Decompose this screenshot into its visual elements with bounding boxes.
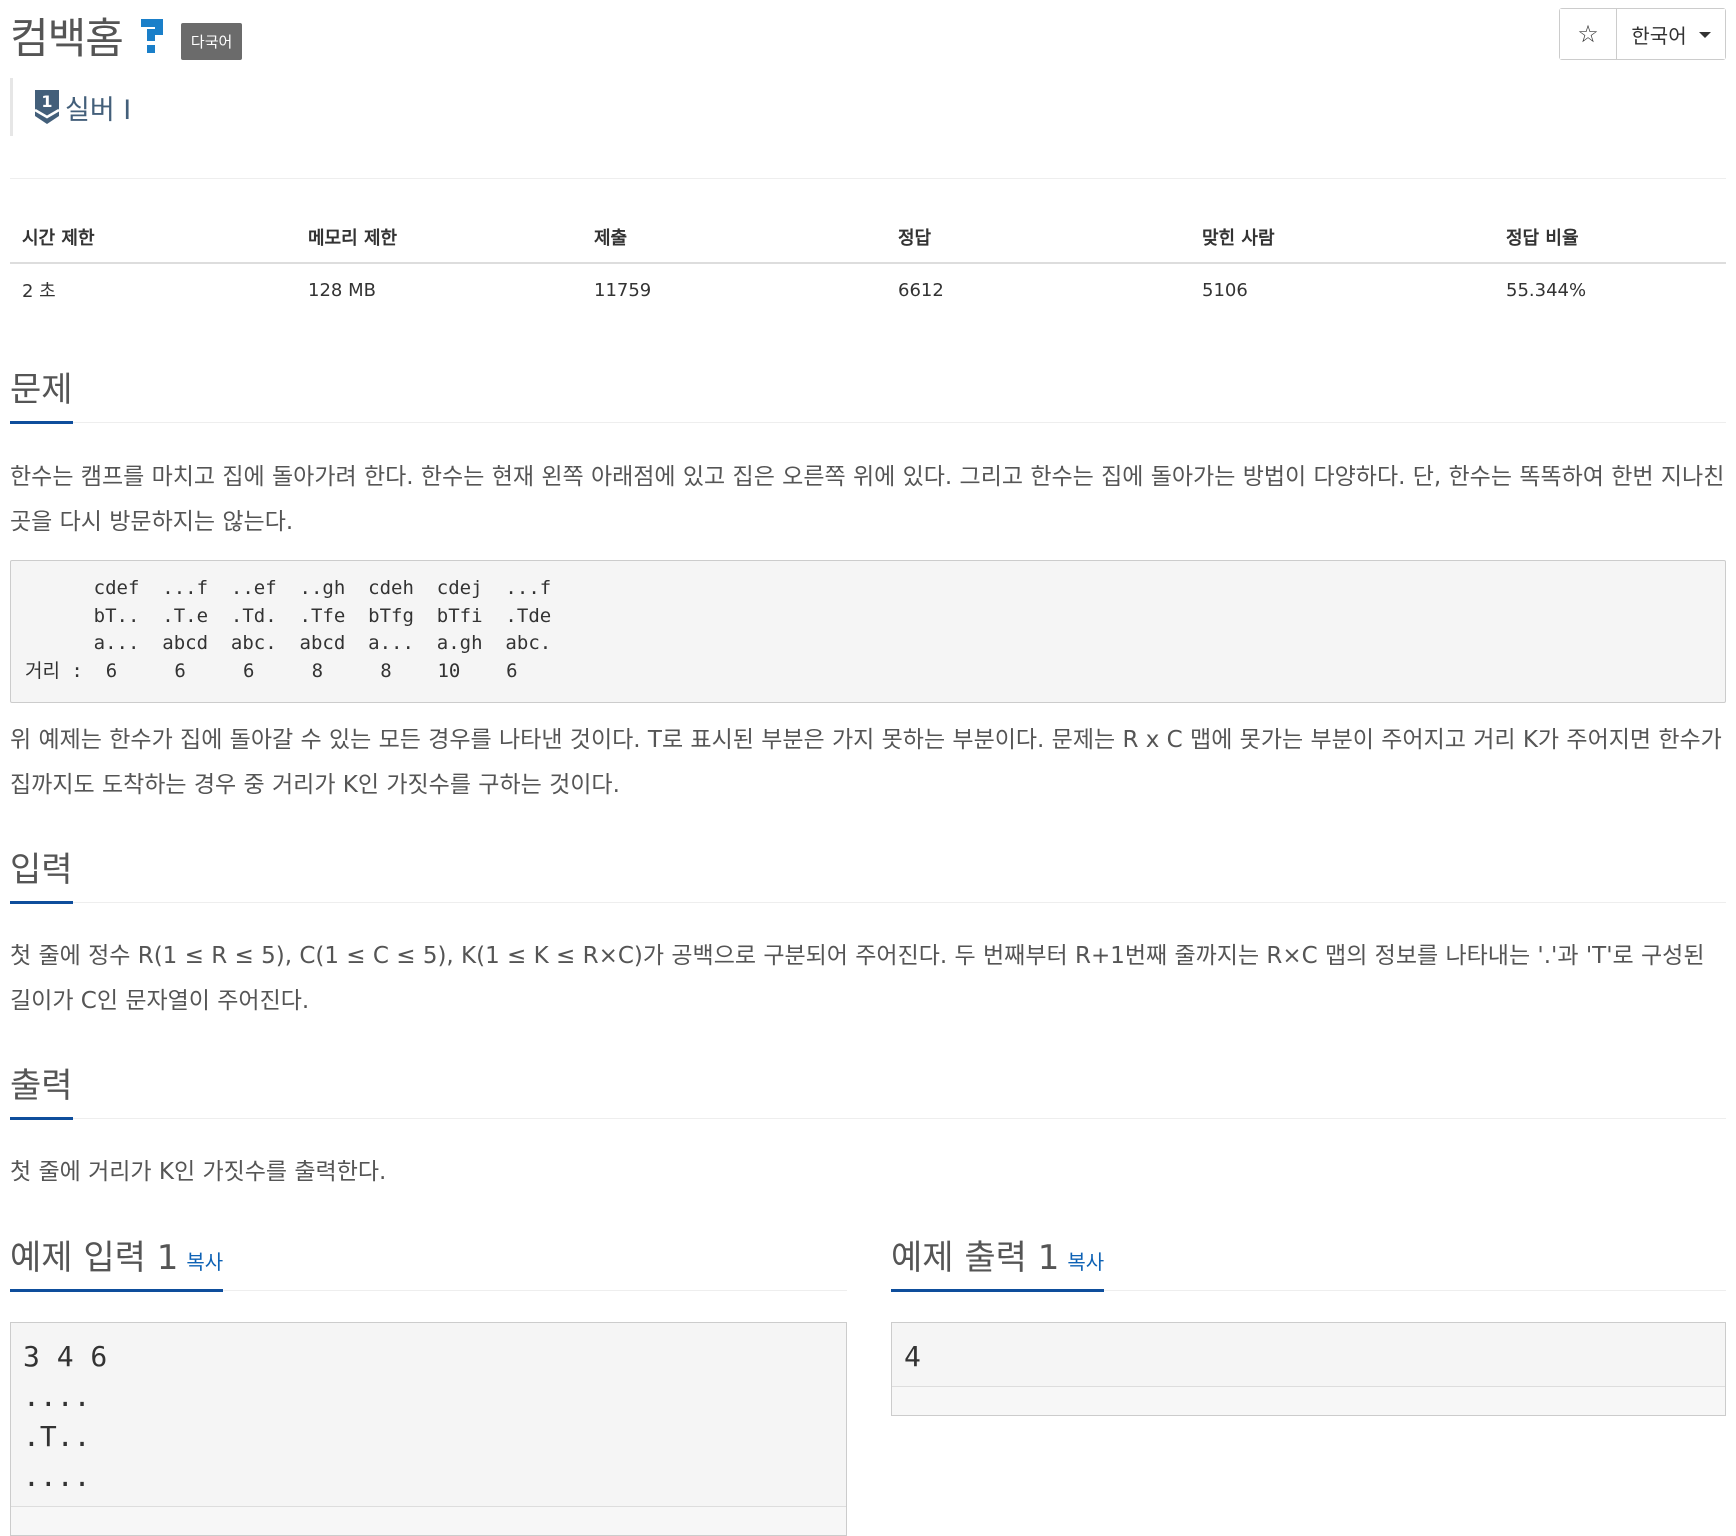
sample-output-value: 4: [904, 1340, 921, 1373]
caret-down-icon: [1698, 32, 1711, 38]
problem-diagram: cdef ...f ..ef ..gh cdeh cdej ...f bT.. …: [10, 560, 1726, 703]
box-footer: [11, 1506, 846, 1535]
sample-output-title-text: 예제 출력 1: [891, 1238, 1060, 1278]
problem-description: 한수는 캠프를 마치고 집에 돌아가려 한다. 한수는 현재 왼쪽 아래점에 있…: [10, 464, 1725, 535]
info-header: 정답: [886, 212, 1190, 264]
section-title: 입력: [10, 842, 73, 904]
section-title: 문제: [10, 362, 73, 424]
info-value: 6612: [898, 279, 944, 301]
sample-output-box[interactable]: 4: [891, 1322, 1726, 1416]
info-header: 맞힌 사람: [1190, 212, 1494, 264]
sample-output-title: 예제 출력 1 복사: [891, 1230, 1105, 1292]
problem-info-table: 시간 제한 메모리 제한 제출 정답 맞힌 사람 정답 비율 2 초 128 M…: [10, 212, 1726, 316]
info-value[interactable]: 5106: [1190, 263, 1494, 316]
info-header: 정답 비율: [1494, 212, 1726, 264]
sample-input-title-text: 예제 입력 1: [10, 1238, 179, 1278]
info-header-row: 시간 제한 메모리 제한 제출 정답 맞힌 사람 정답 비율: [10, 212, 1726, 264]
divider: [10, 1118, 1726, 1119]
section-title: 출력: [10, 1058, 73, 1120]
problem-description-2: 위 예제는 한수가 집에 돌아갈 수 있는 모든 경우를 나타낸 것이다. T로…: [10, 727, 1722, 798]
question-mark-icon[interactable]: [137, 15, 169, 55]
info-header: 제출: [582, 212, 886, 264]
sample-input-title: 예제 입력 1 복사: [10, 1230, 224, 1292]
tier-label: 실버 I: [65, 94, 132, 126]
sample-input-box[interactable]: 3 4 6 .... .T.. ....: [10, 1322, 847, 1536]
info-value-row: 2 초 128 MB 11759 6612 5106 55.344%: [10, 263, 1726, 316]
problem-header: 컴백홈 다국어: [10, 10, 243, 63]
divider: [10, 902, 1726, 903]
copy-output-link[interactable]: 복사: [1067, 1250, 1104, 1274]
page-title: 컴백홈: [10, 13, 124, 63]
input-description: 첫 줄에 정수 R(1 ≤ R ≤ 5), C(1 ≤ C ≤ 5), K(1 …: [10, 943, 1705, 1014]
divider: [10, 422, 1726, 423]
svg-text:1: 1: [41, 92, 52, 111]
output-section-header: 출력: [10, 1058, 1726, 1120]
language-dropdown[interactable]: 한국어: [1617, 9, 1725, 59]
info-header: 메모리 제한: [296, 212, 582, 264]
problem-section-header: 문제: [10, 362, 1726, 424]
star-icon: ☆: [1577, 20, 1599, 48]
input-section-header: 입력: [10, 842, 1726, 904]
top-right-controls: ☆ 한국어: [1559, 8, 1726, 60]
sample-input-value: 3 4 6 .... .T.. ....: [23, 1340, 108, 1493]
info-value: 2 초: [22, 281, 56, 302]
tier-indicator: 1 실버 I: [10, 78, 131, 136]
sample-output-header: 예제 출력 1 복사: [891, 1230, 1726, 1292]
info-value[interactable]: 11759: [582, 263, 886, 316]
info-value: 128 MB: [308, 279, 376, 301]
box-footer: [892, 1386, 1725, 1415]
copy-input-link[interactable]: 복사: [186, 1250, 223, 1274]
output-description: 첫 줄에 거리가 K인 가짓수를 출력한다.: [10, 1159, 387, 1185]
info-value: 55.344%: [1506, 279, 1587, 301]
language-label: 한국어: [1631, 23, 1687, 48]
info-header: 시간 제한: [10, 212, 296, 264]
multilang-badge: 다국어: [180, 22, 243, 60]
sample-input-header: 예제 입력 1 복사: [10, 1230, 847, 1292]
divider: [10, 178, 1726, 179]
favorite-star-button[interactable]: ☆: [1560, 9, 1617, 59]
silver-tier-icon: 1: [35, 90, 59, 124]
